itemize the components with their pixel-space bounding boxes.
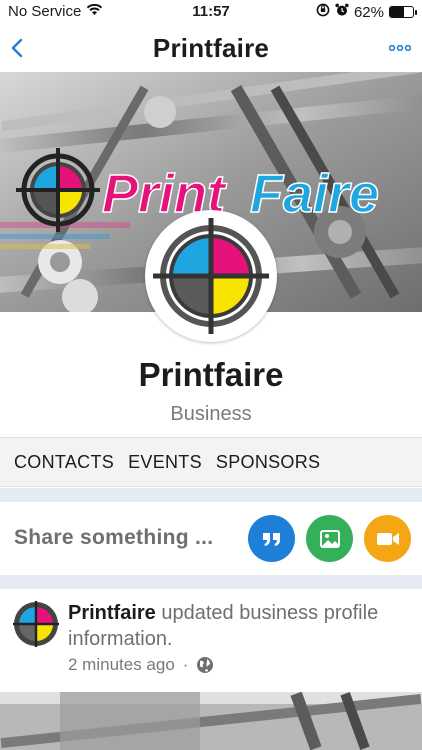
- share-photo-button[interactable]: [306, 515, 353, 562]
- more-options-button[interactable]: [388, 36, 412, 60]
- post-meta: 2 minutes ago ·: [68, 655, 214, 675]
- ellipsis-icon: [389, 45, 411, 51]
- meta-separator: ·: [182, 655, 189, 674]
- printfaire-logo-icon: [151, 216, 271, 336]
- share-video-button[interactable]: [364, 515, 411, 562]
- printfaire-logo-icon: [13, 601, 59, 647]
- tab-events[interactable]: EVENTS: [128, 452, 202, 473]
- post-timestamp[interactable]: 2 minutes ago: [68, 655, 175, 675]
- photo-icon: [319, 529, 340, 548]
- profile-category: Business: [170, 403, 252, 425]
- section-divider-2: [0, 575, 422, 589]
- profile-name: Printfaire: [138, 356, 284, 393]
- tab-contacts[interactable]: CONTACTS: [14, 452, 114, 473]
- share-composer: Share something ...: [0, 502, 422, 574]
- tab-sponsors[interactable]: SPONSORS: [216, 452, 320, 473]
- orientation-lock-icon: [316, 3, 330, 21]
- battery-icon: [389, 6, 417, 18]
- video-icon: [376, 532, 399, 545]
- profile-tabs: CONTACTS EVENTS SPONSORS: [0, 437, 422, 487]
- section-divider: [0, 488, 422, 502]
- post-author[interactable]: Printfaire: [68, 602, 156, 624]
- post-text: Printfaire updated business profile info…: [68, 600, 408, 652]
- profile-avatar[interactable]: [145, 210, 277, 342]
- share-quote-button[interactable]: [248, 515, 295, 562]
- share-prompt[interactable]: Share something ...: [14, 526, 213, 550]
- globe-icon: [197, 657, 214, 673]
- page-title: Printfaire: [152, 33, 270, 63]
- post-avatar[interactable]: [12, 600, 60, 648]
- status-bar: No Service 11:57 62%: [0, 0, 422, 24]
- navigation-bar: Printfaire: [0, 26, 422, 70]
- battery-level: [390, 7, 405, 17]
- quote-icon: [262, 532, 280, 546]
- feed-post[interactable]: Printfaire updated business profile info…: [0, 590, 422, 690]
- alarm-icon: [335, 3, 349, 21]
- battery-percent: 62%: [353, 3, 384, 21]
- post-image[interactable]: [0, 692, 422, 750]
